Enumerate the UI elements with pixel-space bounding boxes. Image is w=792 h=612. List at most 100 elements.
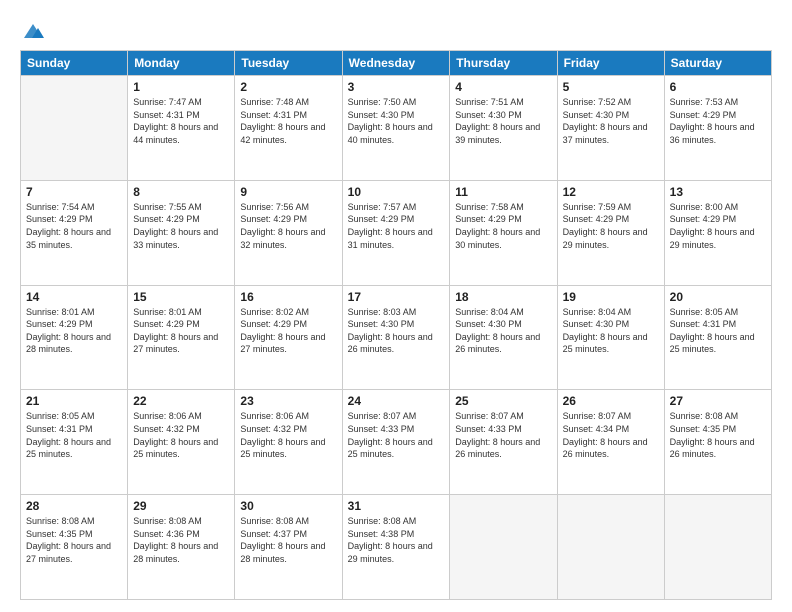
- day-info: Sunrise: 8:01 AMSunset: 4:29 PMDaylight:…: [133, 306, 229, 356]
- day-header-sunday: Sunday: [21, 51, 128, 76]
- day-info: Sunrise: 7:55 AMSunset: 4:29 PMDaylight:…: [133, 201, 229, 251]
- calendar-cell: 23 Sunrise: 8:06 AMSunset: 4:32 PMDayligh…: [235, 390, 342, 495]
- day-info: Sunrise: 8:02 AMSunset: 4:29 PMDaylight:…: [240, 306, 336, 356]
- day-number: 15: [133, 290, 229, 304]
- calendar-cell: 30Sunrise: 8:08 AMSunset: 4:37 PMDayligh…: [235, 495, 342, 600]
- calendar-week-2: 7 Sunrise: 7:54 AMSunset: 4:29 PMDaylight…: [21, 180, 772, 285]
- day-info: Sunrise: 7:58 AMSunset: 4:29 PMDaylight:…: [455, 201, 551, 251]
- day-number: 28: [26, 499, 122, 513]
- calendar-cell: 14 Sunrise: 8:01 AMSunset: 4:29 PMDayligh…: [21, 285, 128, 390]
- day-info: Sunrise: 8:08 AMSunset: 4:35 PMDaylight:…: [26, 515, 122, 565]
- calendar-cell: 21 Sunrise: 8:05 AMSunset: 4:31 PMDayligh…: [21, 390, 128, 495]
- calendar-week-3: 14 Sunrise: 8:01 AMSunset: 4:29 PMDayligh…: [21, 285, 772, 390]
- day-info: Sunrise: 8:04 AMSunset: 4:30 PMDaylight:…: [563, 306, 659, 356]
- day-header-saturday: Saturday: [664, 51, 771, 76]
- day-number: 6: [670, 80, 766, 94]
- day-number: 20: [670, 290, 766, 304]
- calendar-cell: [450, 495, 557, 600]
- day-info: Sunrise: 8:07 AMSunset: 4:33 PMDaylight:…: [455, 410, 551, 460]
- day-number: 5: [563, 80, 659, 94]
- day-info: Sunrise: 8:05 AMSunset: 4:31 PMDaylight:…: [26, 410, 122, 460]
- day-number: 16: [240, 290, 336, 304]
- calendar-cell: 29Sunrise: 8:08 AMSunset: 4:36 PMDayligh…: [128, 495, 235, 600]
- calendar-cell: [21, 76, 128, 181]
- calendar-cell: 25 Sunrise: 8:07 AMSunset: 4:33 PMDayligh…: [450, 390, 557, 495]
- day-number: 18: [455, 290, 551, 304]
- calendar-cell: 22 Sunrise: 8:06 AMSunset: 4:32 PMDayligh…: [128, 390, 235, 495]
- day-number: 8: [133, 185, 229, 199]
- day-number: 22: [133, 394, 229, 408]
- day-number: 23: [240, 394, 336, 408]
- day-info: Sunrise: 7:56 AMSunset: 4:29 PMDaylight:…: [240, 201, 336, 251]
- day-info: Sunrise: 7:54 AMSunset: 4:29 PMDaylight:…: [26, 201, 122, 251]
- day-number: 2: [240, 80, 336, 94]
- day-header-monday: Monday: [128, 51, 235, 76]
- day-info: Sunrise: 8:00 AMSunset: 4:29 PMDaylight:…: [670, 201, 766, 251]
- day-info: Sunrise: 8:05 AMSunset: 4:31 PMDaylight:…: [670, 306, 766, 356]
- header: [20, 18, 772, 42]
- day-info: Sunrise: 8:08 AMSunset: 4:35 PMDaylight:…: [670, 410, 766, 460]
- calendar-cell: 20 Sunrise: 8:05 AMSunset: 4:31 PMDayligh…: [664, 285, 771, 390]
- day-info: Sunrise: 8:06 AMSunset: 4:32 PMDaylight:…: [240, 410, 336, 460]
- calendar-week-5: 28 Sunrise: 8:08 AMSunset: 4:35 PMDayligh…: [21, 495, 772, 600]
- day-number: 24: [348, 394, 445, 408]
- calendar-cell: 28 Sunrise: 8:08 AMSunset: 4:35 PMDayligh…: [21, 495, 128, 600]
- calendar-cell: 15 Sunrise: 8:01 AMSunset: 4:29 PMDayligh…: [128, 285, 235, 390]
- day-number: 25: [455, 394, 551, 408]
- day-number: 3: [348, 80, 445, 94]
- logo: [20, 22, 44, 42]
- day-info: Sunrise: 8:08 AMSunset: 4:37 PMDaylight:…: [240, 515, 336, 565]
- day-number: 13: [670, 185, 766, 199]
- calendar-cell: 27 Sunrise: 8:08 AMSunset: 4:35 PMDayligh…: [664, 390, 771, 495]
- day-info: Sunrise: 8:08 AMSunset: 4:38 PMDaylight:…: [348, 515, 445, 565]
- calendar-cell: 6 Sunrise: 7:53 AMSunset: 4:29 PMDaylight…: [664, 76, 771, 181]
- day-number: 26: [563, 394, 659, 408]
- day-info: Sunrise: 7:50 AMSunset: 4:30 PMDaylight:…: [348, 96, 445, 146]
- calendar-cell: 11 Sunrise: 7:58 AMSunset: 4:29 PMDayligh…: [450, 180, 557, 285]
- day-info: Sunrise: 8:06 AMSunset: 4:32 PMDaylight:…: [133, 410, 229, 460]
- day-info: Sunrise: 7:48 AMSunset: 4:31 PMDaylight:…: [240, 96, 336, 146]
- calendar-cell: 12Sunrise: 7:59 AMSunset: 4:29 PMDayligh…: [557, 180, 664, 285]
- calendar-cell: 10 Sunrise: 7:57 AMSunset: 4:29 PMDayligh…: [342, 180, 450, 285]
- day-header-friday: Friday: [557, 51, 664, 76]
- day-info: Sunrise: 7:47 AMSunset: 4:31 PMDaylight:…: [133, 96, 229, 146]
- day-number: 21: [26, 394, 122, 408]
- calendar-cell: 26 Sunrise: 8:07 AMSunset: 4:34 PMDayligh…: [557, 390, 664, 495]
- day-number: 7: [26, 185, 122, 199]
- day-info: Sunrise: 8:08 AMSunset: 4:36 PMDaylight:…: [133, 515, 229, 565]
- day-number: 14: [26, 290, 122, 304]
- day-info: Sunrise: 7:57 AMSunset: 4:29 PMDaylight:…: [348, 201, 445, 251]
- calendar-cell: [664, 495, 771, 600]
- calendar-week-4: 21 Sunrise: 8:05 AMSunset: 4:31 PMDayligh…: [21, 390, 772, 495]
- day-number: 27: [670, 394, 766, 408]
- day-number: 31: [348, 499, 445, 513]
- page: SundayMondayTuesdayWednesdayThursdayFrid…: [0, 0, 792, 612]
- calendar-week-1: 1 Sunrise: 7:47 AMSunset: 4:31 PMDaylight…: [21, 76, 772, 181]
- day-info: Sunrise: 8:01 AMSunset: 4:29 PMDaylight:…: [26, 306, 122, 356]
- logo-icon: [22, 20, 44, 42]
- calendar-cell: 2 Sunrise: 7:48 AMSunset: 4:31 PMDaylight…: [235, 76, 342, 181]
- day-info: Sunrise: 8:04 AMSunset: 4:30 PMDaylight:…: [455, 306, 551, 356]
- calendar-cell: 18 Sunrise: 8:04 AMSunset: 4:30 PMDayligh…: [450, 285, 557, 390]
- calendar-cell: 31 Sunrise: 8:08 AMSunset: 4:38 PMDayligh…: [342, 495, 450, 600]
- calendar-cell: 13 Sunrise: 8:00 AMSunset: 4:29 PMDayligh…: [664, 180, 771, 285]
- calendar-header-row: SundayMondayTuesdayWednesdayThursdayFrid…: [21, 51, 772, 76]
- day-info: Sunrise: 8:07 AMSunset: 4:34 PMDaylight:…: [563, 410, 659, 460]
- day-number: 10: [348, 185, 445, 199]
- day-header-wednesday: Wednesday: [342, 51, 450, 76]
- day-number: 11: [455, 185, 551, 199]
- calendar-cell: 8 Sunrise: 7:55 AMSunset: 4:29 PMDaylight…: [128, 180, 235, 285]
- day-number: 17: [348, 290, 445, 304]
- calendar-cell: [557, 495, 664, 600]
- day-info: Sunrise: 7:53 AMSunset: 4:29 PMDaylight:…: [670, 96, 766, 146]
- day-header-thursday: Thursday: [450, 51, 557, 76]
- calendar-cell: 5Sunrise: 7:52 AMSunset: 4:30 PMDaylight…: [557, 76, 664, 181]
- calendar-cell: 24Sunrise: 8:07 AMSunset: 4:33 PMDayligh…: [342, 390, 450, 495]
- day-info: Sunrise: 8:03 AMSunset: 4:30 PMDaylight:…: [348, 306, 445, 356]
- day-number: 1: [133, 80, 229, 94]
- calendar-cell: 1 Sunrise: 7:47 AMSunset: 4:31 PMDaylight…: [128, 76, 235, 181]
- calendar-cell: 17 Sunrise: 8:03 AMSunset: 4:30 PMDayligh…: [342, 285, 450, 390]
- day-number: 19: [563, 290, 659, 304]
- calendar-cell: 9Sunrise: 7:56 AMSunset: 4:29 PMDaylight…: [235, 180, 342, 285]
- day-info: Sunrise: 7:51 AMSunset: 4:30 PMDaylight:…: [455, 96, 551, 146]
